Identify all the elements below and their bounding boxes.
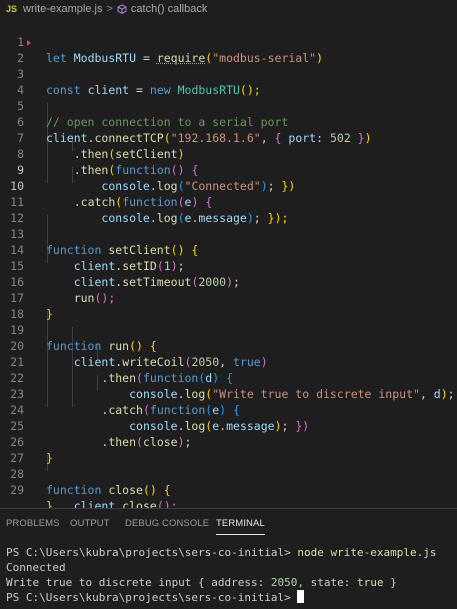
code-line[interactable]: 18 <box>0 290 457 321</box>
code-editor[interactable]: 1 let ModbusRTU = require("modbus-serial… <box>0 18 457 508</box>
code-line[interactable]: 28 function close() { <box>0 450 457 497</box>
code-line[interactable]: 11 console.log(e.message); }); <box>0 178 457 225</box>
code-line-active[interactable]: 10 .catch(function(e) { <box>0 162 457 209</box>
code-line[interactable]: 29 client.close(); <box>0 466 457 508</box>
method-icon <box>117 4 127 14</box>
code-line[interactable]: 3 <box>0 50 457 81</box>
code-line[interactable]: 16 run(); <box>0 258 457 305</box>
code-line[interactable]: 21 .then(function(d) { <box>0 338 457 385</box>
code-line[interactable]: 20 client.writeCoil(2050, true) <box>0 322 457 369</box>
code-line[interactable]: 12 <box>0 194 457 225</box>
code-line[interactable]: 1 let ModbusRTU = require("modbus-serial… <box>0 18 457 65</box>
code-line[interactable]: 5 // open connection to a serial port <box>0 82 457 129</box>
code-line[interactable]: 22 console.log("Write true to discrete i… <box>0 354 457 401</box>
code-line[interactable]: 4 <box>0 66 457 97</box>
code-line[interactable]: 8 .then(function() { <box>0 130 457 177</box>
code-line[interactable]: 7 .then(setClient) <box>0 114 457 161</box>
tab-problems[interactable]: PROBLEMS <box>6 518 60 535</box>
breadcrumb-file[interactable]: write-example.js <box>23 3 102 15</box>
tab-terminal[interactable]: TERMINAL <box>216 518 265 535</box>
breadcrumb-symbol[interactable]: catch() callback <box>131 3 207 15</box>
js-file-icon: JS <box>6 4 18 14</box>
terminal-line: Write true to discrete input { address: … <box>6 576 397 589</box>
terminal-line: Connected <box>6 561 66 574</box>
code-line[interactable]: 2 const client = new ModbusRTU(); <box>0 34 457 97</box>
diff-marker-icon <box>27 40 31 46</box>
code-line[interactable]: 27 <box>0 434 457 465</box>
terminal[interactable]: PS C:\Users\kubra\projects\sers-co-initi… <box>0 535 457 609</box>
code-line[interactable]: 15 client.setTimeout(2000); <box>0 242 457 289</box>
code-line[interactable]: 14 client.setID(1); <box>0 226 457 273</box>
code-line[interactable]: 17 } <box>0 274 457 321</box>
terminal-cursor <box>297 590 305 603</box>
terminal-line: PS C:\Users\kubra\projects\sers-co-initi… <box>6 546 437 559</box>
tab-debug-console[interactable]: DEBUG CONSOLE <box>125 518 209 535</box>
code-line[interactable]: 23 .catch(function(e) { <box>0 370 457 417</box>
code-line[interactable]: 25 .then(close); <box>0 402 457 449</box>
panel-tabs: PROBLEMS OUTPUT DEBUG CONSOLE TERMINAL <box>0 509 457 535</box>
terminal-prompt-line[interactable]: PS C:\Users\kubra\projects\sers-co-initi… <box>6 590 305 606</box>
code-line[interactable]: 13 function setClient() { <box>0 210 457 257</box>
code-line[interactable]: 9 console.log("Connected"); }) <box>0 146 457 193</box>
code-line[interactable]: 26 } <box>0 418 457 465</box>
breadcrumb-separator: > <box>106 3 113 15</box>
code-line[interactable]: 19 function run() { <box>0 306 457 353</box>
code-line[interactable]: 6 client.connectTCP("192.168.1.6", { por… <box>0 98 457 145</box>
breadcrumb: JS write-example.js > catch() callback <box>0 0 457 18</box>
code-line[interactable]: } <box>0 482 457 508</box>
code-line[interactable]: 24 console.log(e.message); }) <box>0 386 457 433</box>
tab-output[interactable]: OUTPUT <box>70 518 110 535</box>
